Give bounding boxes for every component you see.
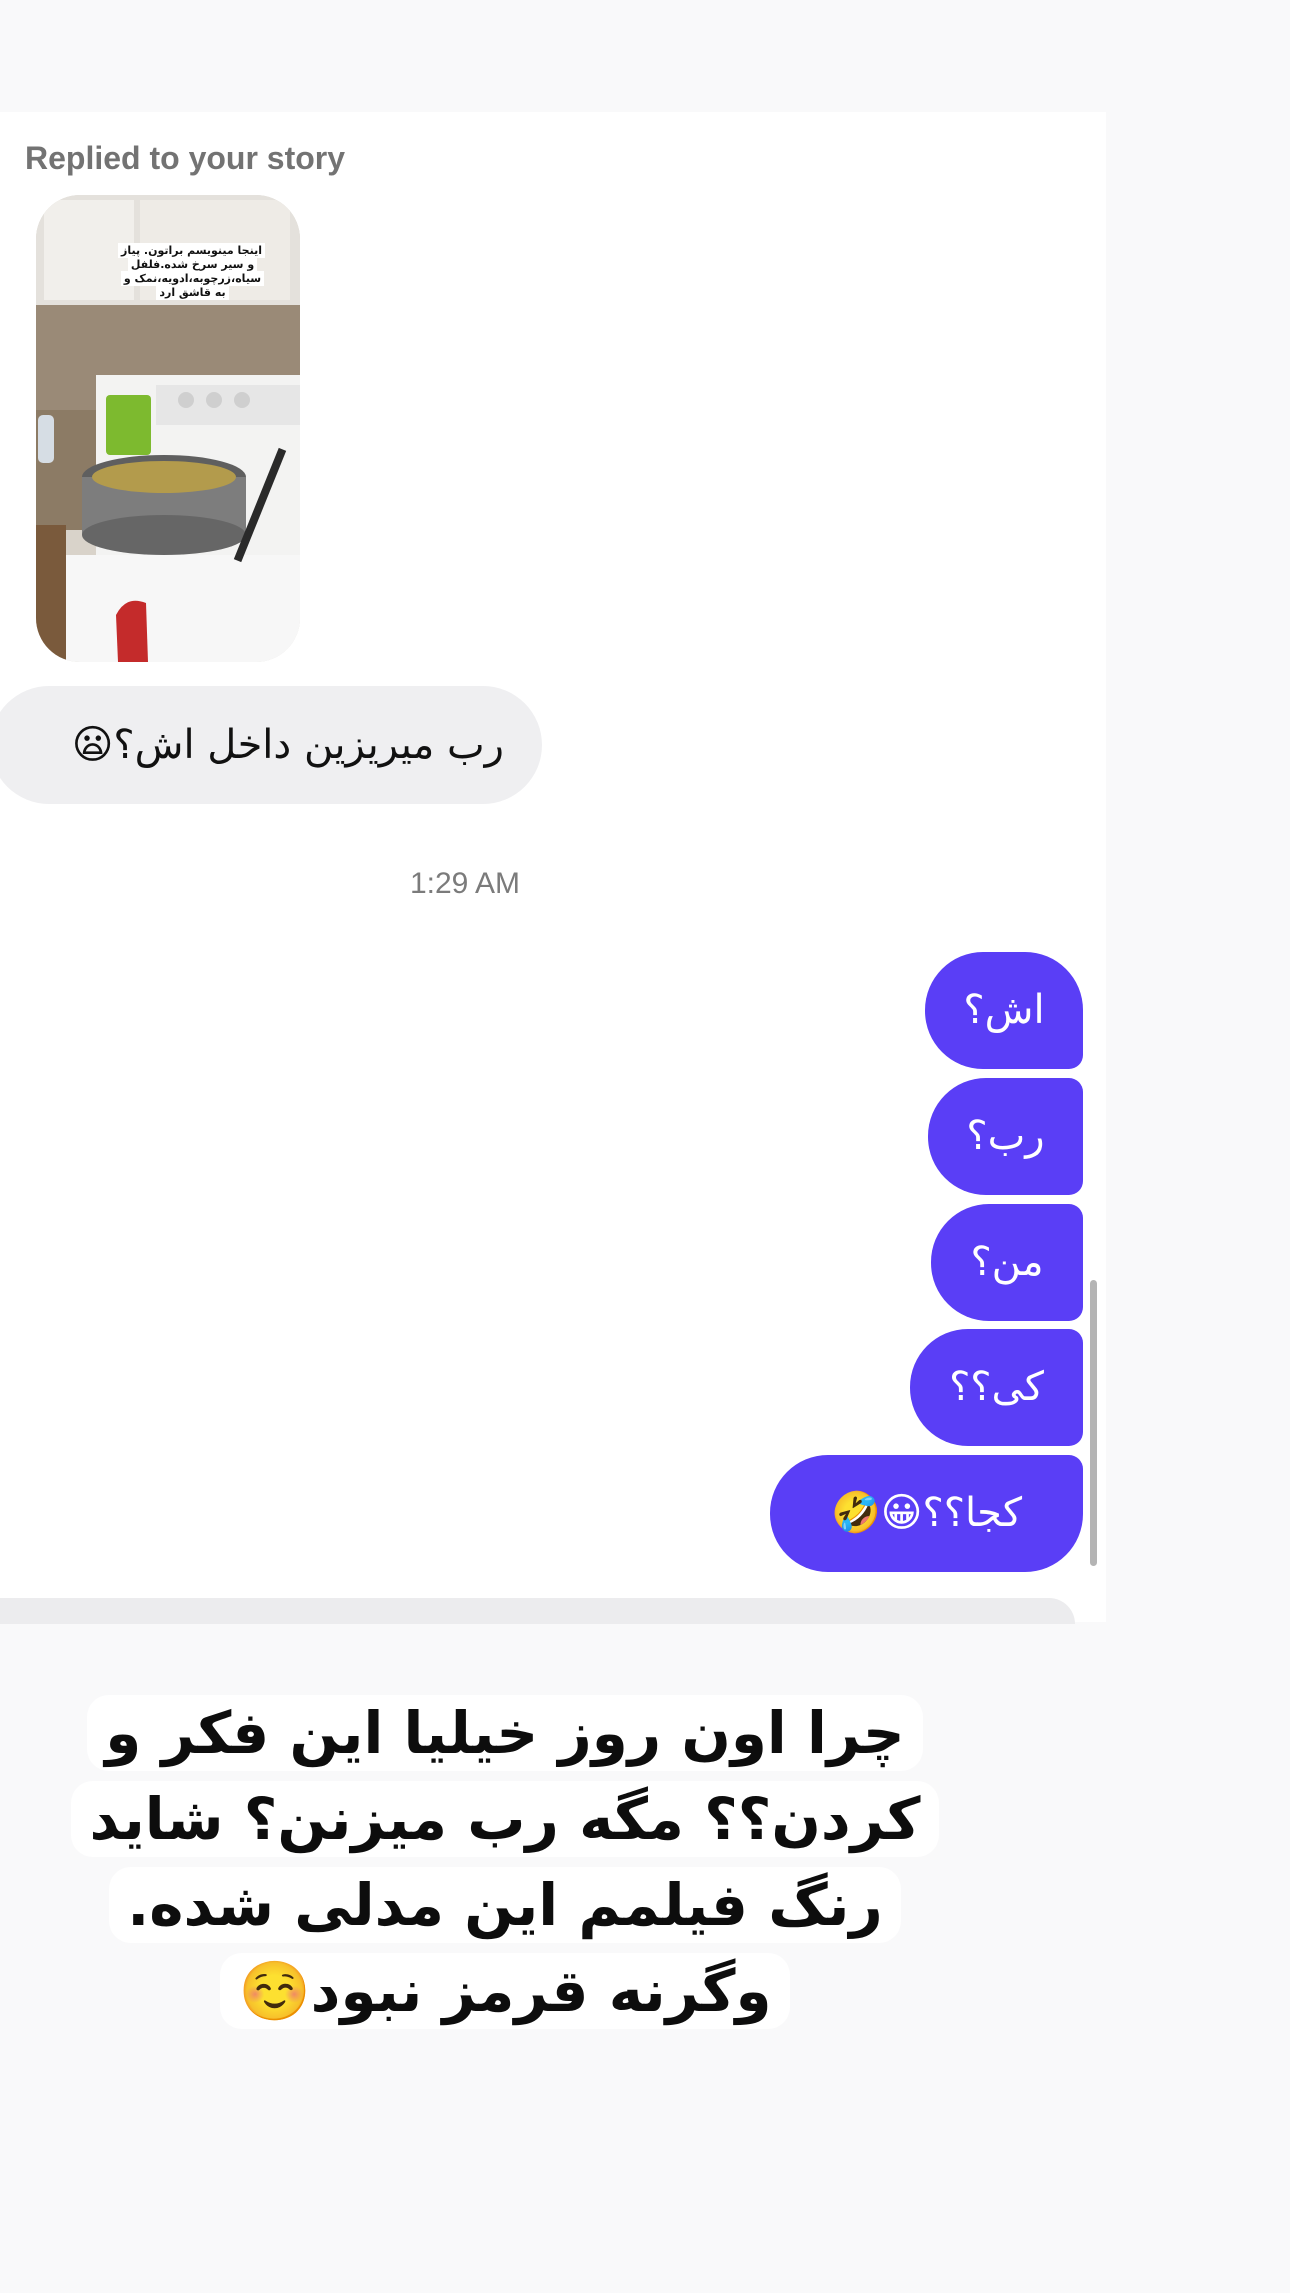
- outgoing-message-bubble[interactable]: اش؟: [925, 952, 1083, 1069]
- outgoing-message-bubble[interactable]: کجا؟؟😀🤣: [770, 1455, 1083, 1572]
- incoming-message-text: رب میریزین داخل اش؟😦: [71, 722, 504, 768]
- outgoing-message-bubble[interactable]: کی؟؟: [910, 1329, 1083, 1446]
- scrollbar[interactable]: [1090, 1280, 1097, 1566]
- overlay-caption: چرا اون روز خیلیا این فکر و کردن؟؟ مگه ر…: [30, 1690, 980, 2034]
- story-caption: اینجا مینویسم براتون. پیاز و سیر سرخ شده…: [118, 243, 265, 300]
- outgoing-message-bubble[interactable]: من؟: [931, 1204, 1083, 1321]
- outgoing-message-bubble[interactable]: رب؟: [928, 1078, 1083, 1195]
- message-input-edge: [0, 1598, 1075, 1624]
- incoming-message-bubble[interactable]: رب میریزین داخل اش؟😦: [0, 686, 542, 804]
- story-thumbnail[interactable]: اینجا مینویسم براتون. پیاز و سیر سرخ شده…: [36, 195, 300, 662]
- replied-to-story-label: Replied to your story: [25, 140, 346, 176]
- message-timestamp: 1:29 AM: [409, 867, 521, 900]
- overlay-caption-text: چرا اون روز خیلیا این فکر و کردن؟؟ مگه ر…: [71, 1695, 939, 2029]
